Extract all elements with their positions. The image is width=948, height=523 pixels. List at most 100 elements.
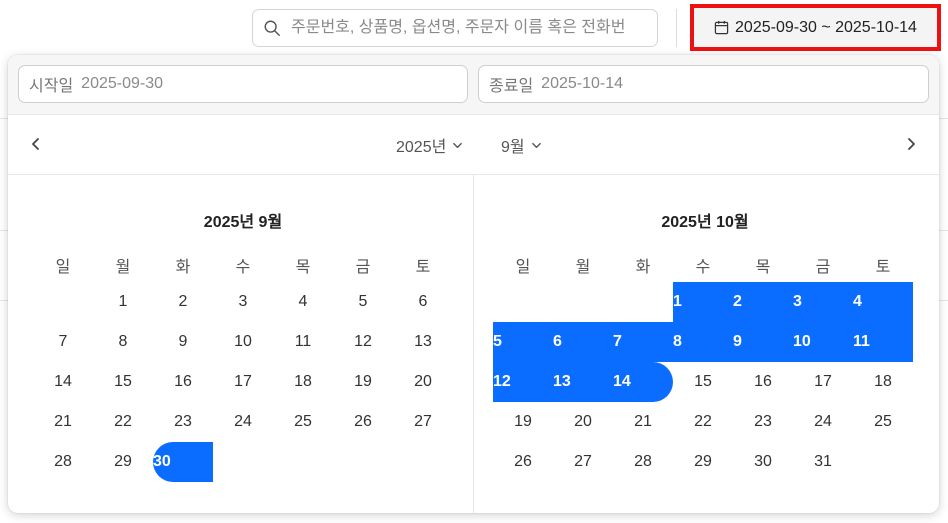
calendar-day[interactable]: 18 [273, 362, 333, 402]
date-range-picker: 시작일 2025-09-30 종료일 2025-10-14 2025년 9월 2… [8, 55, 939, 513]
calendar-day[interactable]: 25 [853, 402, 913, 442]
calendar-day[interactable]: 18 [853, 362, 913, 402]
calendar-day[interactable]: 7 [613, 322, 673, 362]
calendar-day[interactable]: 10 [793, 322, 853, 362]
calendar-day[interactable]: 13 [553, 362, 613, 402]
calendar-day[interactable]: 1 [93, 282, 153, 322]
weekday-header: 토 [415, 259, 431, 276]
next-month-button[interactable] [898, 131, 924, 157]
search-box[interactable] [252, 9, 658, 47]
calendar-day[interactable]: 19 [333, 362, 393, 402]
calendar-day[interactable]: 16 [733, 362, 793, 402]
calendar-day[interactable]: 8 [93, 322, 153, 362]
calendar-day[interactable]: 5 [333, 282, 393, 322]
calendar-day[interactable]: 14 [33, 362, 93, 402]
calendar-day[interactable]: 15 [93, 362, 153, 402]
calendar-divider [473, 175, 474, 513]
calendar-day[interactable]: 24 [213, 402, 273, 442]
calendar-day[interactable]: 21 [613, 402, 673, 442]
calendar-day[interactable]: 4 [853, 282, 913, 322]
calendar-day[interactable]: 23 [733, 402, 793, 442]
calendar-day[interactable]: 15 [673, 362, 733, 402]
calendar-day[interactable]: 10 [213, 322, 273, 362]
calendar-day[interactable]: 5 [493, 322, 553, 362]
chevron-left-icon [32, 138, 39, 150]
calendar-day[interactable]: 25 [273, 402, 333, 442]
start-date-value: 2025-09-30 [81, 75, 164, 92]
weekday-header: 수 [235, 259, 251, 276]
calendar-day[interactable]: 3 [793, 282, 853, 322]
calendar-day[interactable]: 28 [33, 442, 93, 482]
weekday-header: 금 [355, 259, 371, 276]
calendar-day[interactable]: 23 [153, 402, 213, 442]
weekday-header: 목 [755, 259, 771, 276]
month-select[interactable]: 9월 [501, 133, 542, 157]
search-icon [264, 20, 280, 36]
year-select-value: 2025년 [396, 139, 447, 156]
calendar-day[interactable]: 29 [93, 442, 153, 482]
calendar-day[interactable]: 11 [853, 322, 913, 362]
date-range-button[interactable]: 2025-09-30 ~ 2025-10-14 [690, 4, 941, 51]
end-date-field[interactable]: 종료일 2025-10-14 [478, 65, 929, 103]
calendar-day[interactable]: 2 [153, 282, 213, 322]
calendar-day[interactable]: 8 [673, 322, 733, 362]
calendar-day[interactable]: 26 [493, 442, 553, 482]
weekday-header: 일 [55, 259, 71, 276]
calendar-day[interactable]: 20 [393, 362, 453, 402]
weekday-header: 토 [875, 259, 891, 276]
weekday-header: 일 [515, 259, 531, 276]
weekday-header: 월 [575, 259, 591, 276]
calendar-day[interactable]: 29 [673, 442, 733, 482]
end-date-value: 2025-10-14 [541, 75, 624, 92]
prev-month-button[interactable] [23, 131, 49, 157]
calendar-day[interactable]: 22 [93, 402, 153, 442]
calendar-day[interactable]: 22 [673, 402, 733, 442]
calendar-day[interactable]: 30 [733, 442, 793, 482]
calendar-day[interactable]: 17 [213, 362, 273, 402]
calendar-day[interactable]: 13 [393, 322, 453, 362]
year-select[interactable]: 2025년 [396, 133, 463, 157]
calendar-day[interactable]: 27 [553, 442, 613, 482]
calendar-day[interactable]: 4 [273, 282, 333, 322]
calendar-day[interactable]: 7 [33, 322, 93, 362]
weekday-header: 수 [695, 259, 711, 276]
search-input[interactable] [289, 18, 657, 38]
month-title-september: 2025년 9월 [203, 214, 283, 231]
calendar-day[interactable]: 6 [393, 282, 453, 322]
calendar-day[interactable]: 31 [793, 442, 853, 482]
calendar-day[interactable]: 14 [613, 362, 673, 402]
calendar-day[interactable]: 12 [493, 362, 553, 402]
chevron-right-icon [908, 138, 915, 150]
weekday-header: 월 [115, 259, 131, 276]
calendar-day[interactable]: 3 [213, 282, 273, 322]
end-date-label: 종료일 [489, 78, 534, 95]
calendar-day[interactable]: 24 [793, 402, 853, 442]
weekday-header: 화 [635, 259, 651, 276]
calendar-day[interactable]: 16 [153, 362, 213, 402]
calendar-day[interactable]: 9 [733, 322, 793, 362]
calendar-nav: 2025년 9월 [8, 115, 939, 175]
calendar-day[interactable]: 19 [493, 402, 553, 442]
chevron-down-icon [453, 142, 463, 148]
calendar-day[interactable]: 11 [273, 322, 333, 362]
calendar-day[interactable]: 20 [553, 402, 613, 442]
calendar-day[interactable]: 1 [673, 282, 733, 322]
calendar-day[interactable]: 17 [793, 362, 853, 402]
month-title-october: 2025년 10월 [661, 214, 749, 231]
start-date-label: 시작일 [29, 78, 74, 95]
calendar-day[interactable]: 27 [393, 402, 453, 442]
calendar-day[interactable]: 30 [153, 442, 213, 482]
calendar-day[interactable]: 2 [733, 282, 793, 322]
calendar-day[interactable]: 9 [153, 322, 213, 362]
date-range-label: 2025-09-30 ~ 2025-10-14 [735, 18, 917, 36]
start-date-field[interactable]: 시작일 2025-09-30 [18, 65, 468, 103]
calendar-day[interactable]: 28 [613, 442, 673, 482]
calendar-day[interactable]: 12 [333, 322, 393, 362]
toolbar-separator [676, 9, 677, 47]
calendar-day[interactable]: 26 [333, 402, 393, 442]
weekday-header: 금 [815, 259, 831, 276]
weekday-header: 화 [175, 259, 191, 276]
calendar-icon [714, 20, 729, 35]
calendar-day[interactable]: 6 [553, 322, 613, 362]
calendar-day[interactable]: 21 [33, 402, 93, 442]
